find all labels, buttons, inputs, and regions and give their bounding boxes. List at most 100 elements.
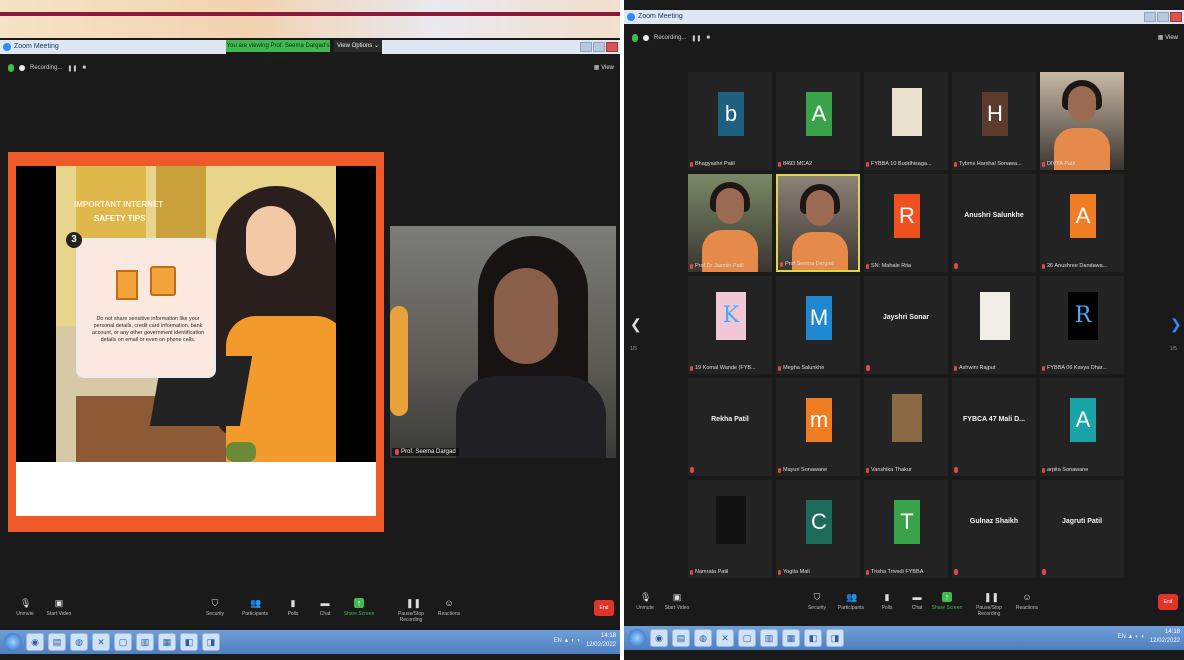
- participant-name-label: Prof Seema Dargad: [780, 261, 834, 267]
- start-video-button[interactable]: ▣ Start Video: [660, 592, 694, 611]
- smiley-icon: ☺: [444, 598, 454, 608]
- explorer-icon[interactable]: ▤: [672, 629, 690, 647]
- participant-tile[interactable]: Aarpita Sonawane: [1040, 378, 1124, 476]
- participant-tile[interactable]: H Tybms Harshal Sonawa...: [952, 72, 1036, 170]
- close-button[interactable]: [606, 42, 618, 52]
- reactions-button[interactable]: ☺ Reactions: [432, 598, 466, 617]
- participant-tile[interactable]: R FYBBA 06 Kavya Dhar...: [1040, 276, 1124, 374]
- view-options-button[interactable]: View Options ⌄: [334, 40, 382, 52]
- folder-icon[interactable]: ▦: [158, 633, 176, 651]
- maximize-button[interactable]: [1157, 12, 1169, 22]
- unmute-button[interactable]: 🎙 Unmute: [628, 592, 662, 611]
- recording-indicator: Recording... ❚❚ ■: [8, 62, 86, 74]
- chrome-icon[interactable]: ◉: [26, 633, 44, 651]
- participant-tile[interactable]: Jagruti Patil: [1040, 480, 1124, 578]
- presenter-video[interactable]: Prof. Seema Dargad: [390, 226, 616, 458]
- clock[interactable]: 14:18 12/02/2022: [1150, 628, 1180, 646]
- reactions-button[interactable]: ☺ Reactions: [1010, 592, 1044, 611]
- chrome-icon[interactable]: ◉: [650, 629, 668, 647]
- unmute-button[interactable]: 🎙 Unmute: [8, 598, 42, 617]
- participant-tile[interactable]: Jayshri Sonar: [864, 276, 948, 374]
- participant-name-label: Bhagyashri Patil: [690, 161, 735, 167]
- participants-button[interactable]: 👥 Participants: [834, 592, 868, 611]
- participant-tile[interactable]: K 19 Komal Wande (FYB...: [688, 276, 772, 374]
- start-button[interactable]: [628, 629, 646, 647]
- chat-button[interactable]: ▬ Chat: [900, 592, 934, 611]
- participant-tile[interactable]: A 8493 MCA2: [776, 72, 860, 170]
- participant-tile[interactable]: FYBBA 10 Buddhisaga...: [864, 72, 948, 170]
- zoom-app-icon[interactable]: ▢: [738, 629, 756, 647]
- participant-tile[interactable]: Gulnaz Shaikh: [952, 480, 1036, 578]
- security-button[interactable]: ⛉ Security: [800, 592, 834, 611]
- participant-tile[interactable]: T Trisha Trivedi FYBBA: [864, 480, 948, 578]
- participant-tile[interactable]: b Bhagyashri Patil: [688, 72, 772, 170]
- participant-name-label: SN: Mahale Rita: [866, 263, 911, 269]
- participant-name: 19 Komal Wande (FYB...: [695, 365, 756, 371]
- participant-tile[interactable]: Prof Dr Jasmin Patil: [688, 174, 772, 272]
- polls-button[interactable]: ▮ Polls: [276, 598, 310, 617]
- view-button[interactable]: ▦ View: [1158, 34, 1178, 41]
- participant-tile[interactable]: m Mayuri Sonawane: [776, 378, 860, 476]
- powerpoint-icon[interactable]: ◧: [804, 629, 822, 647]
- word-icon[interactable]: ▥: [760, 629, 778, 647]
- participant-tile[interactable]: Namrata Patil: [688, 480, 772, 578]
- participant-tile[interactable]: Vanshika Thakur: [864, 378, 948, 476]
- pause-recording-icon[interactable]: ❚❚: [67, 65, 77, 72]
- close-button[interactable]: [1170, 12, 1182, 22]
- shield-icon: [632, 34, 638, 42]
- end-button[interactable]: End: [594, 600, 614, 616]
- pause-recording-button[interactable]: ❚❚ Pause/Stop Recording: [966, 592, 1012, 617]
- pause-recording-icon[interactable]: ❚❚: [691, 35, 701, 42]
- share-screen-button[interactable]: ↑ Share Screen: [930, 592, 964, 611]
- folder-icon[interactable]: ▦: [782, 629, 800, 647]
- explorer-icon[interactable]: ▤: [48, 633, 66, 651]
- participant-avatar: C: [806, 500, 832, 544]
- clock[interactable]: 14:18 12/02/2022: [586, 632, 616, 650]
- security-button[interactable]: ⛉ Security: [198, 598, 232, 617]
- app-icon[interactable]: ◨: [202, 633, 220, 651]
- firefox-icon[interactable]: ◍: [694, 629, 712, 647]
- view-button[interactable]: ▦ View: [594, 64, 614, 71]
- participant-tile[interactable]: C Yogita Mali: [776, 480, 860, 578]
- excel-icon[interactable]: ✕: [716, 629, 734, 647]
- system-tray[interactable]: EN ▲ ◐ ◑: [1117, 634, 1144, 640]
- zoom-app-icon[interactable]: ▢: [114, 633, 132, 651]
- participant-tile[interactable]: A 26 Anushree Dandawa...: [1040, 174, 1124, 272]
- excel-icon[interactable]: ✕: [92, 633, 110, 651]
- powerpoint-icon[interactable]: ◧: [180, 633, 198, 651]
- participant-tile[interactable]: Anushri Salunkhe: [952, 174, 1036, 272]
- start-button[interactable]: [4, 633, 22, 651]
- participant-tile[interactable]: Rekha Patil: [688, 378, 772, 476]
- firefox-icon[interactable]: ◍: [70, 633, 88, 651]
- previous-page-arrow[interactable]: ❮: [630, 316, 642, 333]
- word-icon[interactable]: ▥: [136, 633, 154, 651]
- polls-button[interactable]: ▮ Polls: [870, 592, 904, 611]
- participant-tile[interactable]: Ashwini Rajput: [952, 276, 1036, 374]
- people-icon: 👥: [250, 598, 262, 608]
- presenter-name-label: Prof. Seema Dargad: [392, 448, 459, 456]
- next-page-arrow[interactable]: ❯: [1170, 316, 1182, 333]
- participant-tile[interactable]: DIVYA Patil: [1040, 72, 1124, 170]
- share-screen-button[interactable]: ↑ Share Screen: [342, 598, 376, 617]
- muted-mic-icon: [690, 263, 693, 269]
- stop-recording-icon[interactable]: ■: [82, 65, 86, 71]
- maximize-button[interactable]: [593, 42, 605, 52]
- participant-tile[interactable]: Prof Seema Dargad: [776, 174, 860, 272]
- muted-mic-icon: [954, 365, 957, 371]
- participants-button[interactable]: 👥 Participants: [238, 598, 272, 617]
- end-button[interactable]: End: [1158, 594, 1178, 610]
- pause-recording-button[interactable]: ❚❚ Pause/Stop Recording: [388, 598, 434, 623]
- stop-recording-icon[interactable]: ■: [706, 35, 710, 41]
- chat-button[interactable]: ▬ Chat: [308, 598, 342, 617]
- system-tray[interactable]: EN ▲ ◐ ◑: [553, 638, 580, 644]
- app-icon[interactable]: ◨: [826, 629, 844, 647]
- participant-avatar: R: [894, 194, 920, 238]
- start-video-button[interactable]: ▣ Start Video: [42, 598, 76, 617]
- participant-tile[interactable]: M Megha Salunkhe: [776, 276, 860, 374]
- participant-tile[interactable]: FYBCA 47 Mali D...: [952, 378, 1036, 476]
- minimize-button[interactable]: [580, 42, 592, 52]
- minimize-button[interactable]: [1144, 12, 1156, 22]
- participant-tile[interactable]: R SN: Mahale Rita: [864, 174, 948, 272]
- participant-profile-image: [892, 394, 922, 442]
- participant-name-label: Tybms Harshal Sonawa...: [954, 161, 1022, 167]
